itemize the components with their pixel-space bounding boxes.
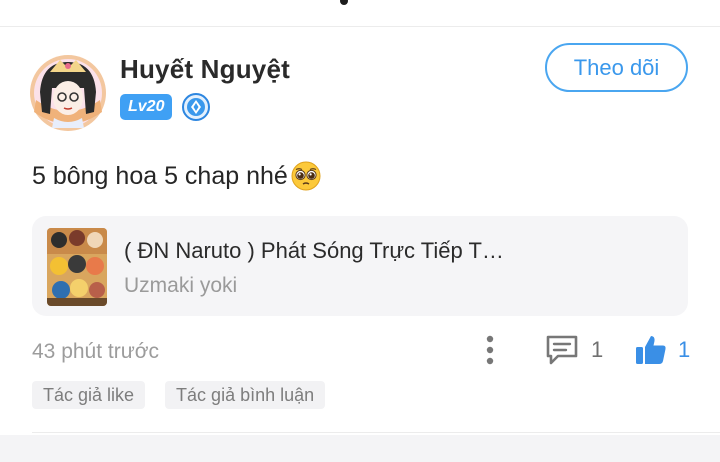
section-separator — [0, 435, 720, 462]
like-button[interactable]: 1 — [634, 331, 690, 369]
tag-author-replied: Tác giả bình luận — [165, 381, 326, 409]
like-count: 1 — [678, 337, 691, 362]
author-reaction-tags: Tác giả like Tác giả bình luận — [32, 381, 326, 409]
book-author: Uzmaki yoki — [124, 274, 238, 297]
author-name[interactable]: Huyết Nguyệt — [120, 54, 290, 85]
comment-body: 5 bông hoa 5 chap nhé — [32, 160, 322, 192]
thumbs-up-icon — [636, 336, 666, 364]
book-card[interactable]: ( ĐN Naruto ) Phát Sóng Trực Tiếp T… Uzm… — [32, 216, 688, 316]
author-badges: Lv20 — [120, 93, 211, 121]
book-title: ( ĐN Naruto ) Phát Sóng Trực Tiếp T… — [124, 238, 504, 263]
level-badge: Lv20 — [120, 94, 173, 120]
comment-post: Huyết Nguyệt Lv20 Theo dõi 5 bông hoa 5 … — [0, 28, 720, 434]
previous-item-dot — [340, 0, 348, 5]
reply-button[interactable]: 1 — [545, 333, 603, 367]
tag-author-liked: Tác giả like — [32, 381, 146, 409]
more-options-icon[interactable] — [478, 332, 502, 368]
previous-item-edge — [0, 0, 720, 27]
pleading-face-emoji-icon — [291, 161, 321, 191]
divider — [32, 432, 720, 433]
comment-bubble-icon — [546, 335, 578, 365]
blue-gem-icon — [182, 93, 211, 121]
follow-button[interactable]: Theo dõi — [545, 43, 688, 92]
book-cover-image — [47, 228, 107, 306]
timestamp: 43 phút trước — [32, 340, 160, 363]
reply-count: 1 — [591, 337, 604, 362]
avatar[interactable] — [28, 52, 108, 132]
comment-text: 5 bông hoa 5 chap nhé — [32, 161, 288, 190]
